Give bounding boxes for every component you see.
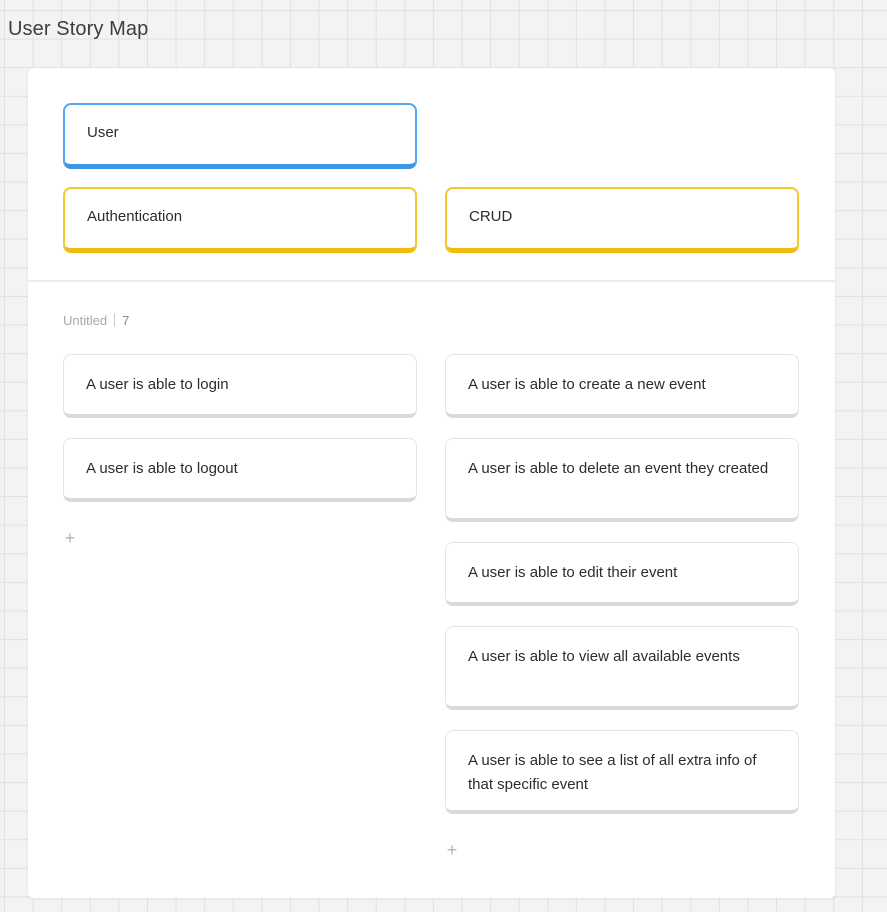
backbone-area: User Authentication CRUD (28, 68, 835, 280)
activity-card-label: CRUD (469, 208, 513, 225)
story-card-text: A user is able to logout (86, 460, 238, 477)
story-card-text: A user is able to see a list of all extr… (468, 752, 757, 793)
activity-card-label: Authentication (87, 208, 183, 225)
add-story-button-column-2[interactable]: + (444, 840, 460, 860)
release-label[interactable]: Untitled 7 (63, 313, 129, 328)
story-card[interactable]: A user is able to delete an event they c… (445, 438, 799, 522)
story-card-text: A user is able to create a new event (468, 376, 706, 393)
activity-card-authentication[interactable]: Authentication (63, 187, 417, 253)
story-card-text: A user is able to view all available eve… (468, 648, 740, 665)
release-count: 7 (122, 313, 130, 328)
user-card-label: User (87, 124, 119, 141)
story-card[interactable]: A user is able to login (63, 354, 417, 418)
board-title: User Story Map (8, 18, 149, 40)
story-card[interactable]: A user is able to view all available eve… (445, 626, 799, 710)
story-card[interactable]: A user is able to logout (63, 438, 417, 502)
release-divider (28, 280, 835, 282)
story-card[interactable]: A user is able to see a list of all extr… (445, 730, 799, 814)
story-card-text: A user is able to delete an event they c… (468, 460, 769, 477)
story-card-text: A user is able to edit their event (468, 564, 678, 581)
release-name: Untitled (63, 313, 108, 328)
story-card[interactable]: A user is able to edit their event (445, 542, 799, 606)
story-card[interactable]: A user is able to create a new event (445, 354, 799, 418)
release-separator (114, 313, 116, 327)
activity-card-crud[interactable]: CRUD (445, 187, 799, 253)
story-card-text: A user is able to login (86, 376, 229, 393)
plus-icon: + (446, 840, 458, 860)
plus-icon: + (64, 528, 76, 548)
user-card[interactable]: User (63, 103, 417, 169)
add-story-button-column-1[interactable]: + (62, 528, 78, 548)
story-map-panel: User Authentication CRUD Untitled 7 A use… (28, 68, 835, 898)
